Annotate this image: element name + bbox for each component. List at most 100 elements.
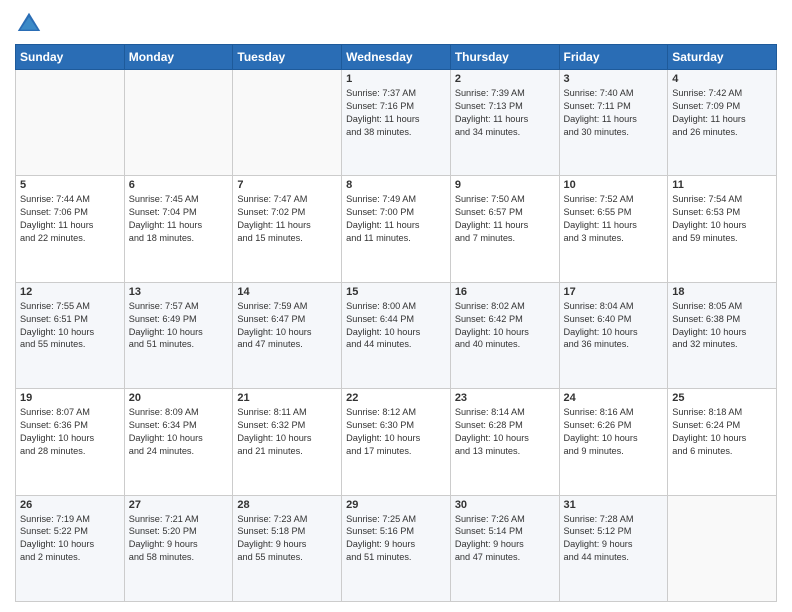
day-info: Sunrise: 7:49 AM Sunset: 7:00 PM Dayligh… xyxy=(346,193,446,245)
day-info: Sunrise: 7:50 AM Sunset: 6:57 PM Dayligh… xyxy=(455,193,555,245)
day-info: Sunrise: 7:47 AM Sunset: 7:02 PM Dayligh… xyxy=(237,193,337,245)
day-info: Sunrise: 7:59 AM Sunset: 6:47 PM Dayligh… xyxy=(237,300,337,352)
calendar-cell xyxy=(668,495,777,601)
calendar-cell: 25Sunrise: 8:18 AM Sunset: 6:24 PM Dayli… xyxy=(668,389,777,495)
day-number: 6 xyxy=(129,179,229,191)
calendar-day-header: Monday xyxy=(124,45,233,70)
calendar-week-row: 12 Sunrise: 7:55 AM Sunset: 6:51 PM Dayli… xyxy=(16,282,777,388)
day-number: 1 xyxy=(346,73,446,85)
day-info: Sunrise: 8:14 AM Sunset: 6:28 PM Dayligh… xyxy=(455,406,555,458)
day-number: 14 xyxy=(237,286,337,298)
day-number: 16 xyxy=(455,286,555,298)
day-info: Sunrise: 7:54 AM Sunset: 6:53 PM Dayligh… xyxy=(672,193,772,245)
calendar-cell: 24Sunrise: 8:16 AM Sunset: 6:26 PM Dayli… xyxy=(559,389,668,495)
day-info: Sunrise: 8:02 AM Sunset: 6:42 PM Dayligh… xyxy=(455,300,555,352)
calendar-day-header: Wednesday xyxy=(342,45,451,70)
day-number: 15 xyxy=(346,286,446,298)
day-info: Sunrise: 8:00 AM Sunset: 6:44 PM Dayligh… xyxy=(346,300,446,352)
calendar-cell: 21 Sunrise: 8:11 AM Sunset: 6:32 PM Dayli… xyxy=(233,389,342,495)
day-info: Sunrise: 7:25 AM Sunset: 5:16 PM Dayligh… xyxy=(346,513,446,565)
day-number: 12 xyxy=(20,286,120,298)
calendar-cell: 19Sunrise: 8:07 AM Sunset: 6:36 PM Dayli… xyxy=(16,389,125,495)
calendar-day-header: Thursday xyxy=(450,45,559,70)
day-number: 28 xyxy=(237,499,337,511)
calendar-cell: 26 Sunrise: 7:19 AM Sunset: 5:22 PM Dayli… xyxy=(16,495,125,601)
calendar-cell: 31 Sunrise: 7:28 AM Sunset: 5:12 PM Dayli… xyxy=(559,495,668,601)
day-info: Sunrise: 7:40 AM Sunset: 7:11 PM Dayligh… xyxy=(564,87,664,139)
calendar-cell: 17Sunrise: 8:04 AM Sunset: 6:40 PM Dayli… xyxy=(559,282,668,388)
day-info: Sunrise: 7:19 AM Sunset: 5:22 PM Dayligh… xyxy=(20,513,120,565)
day-info: Sunrise: 7:26 AM Sunset: 5:14 PM Dayligh… xyxy=(455,513,555,565)
calendar-cell: 4 Sunrise: 7:42 AM Sunset: 7:09 PM Daylig… xyxy=(668,70,777,176)
calendar-cell: 28 Sunrise: 7:23 AM Sunset: 5:18 PM Dayli… xyxy=(233,495,342,601)
day-number: 18 xyxy=(672,286,772,298)
day-info: Sunrise: 7:45 AM Sunset: 7:04 PM Dayligh… xyxy=(129,193,229,245)
day-number: 25 xyxy=(672,392,772,404)
day-number: 31 xyxy=(564,499,664,511)
calendar-cell: 7 Sunrise: 7:47 AM Sunset: 7:02 PM Daylig… xyxy=(233,176,342,282)
day-info: Sunrise: 7:37 AM Sunset: 7:16 PM Dayligh… xyxy=(346,87,446,139)
day-info: Sunrise: 7:52 AM Sunset: 6:55 PM Dayligh… xyxy=(564,193,664,245)
calendar-cell: 23 Sunrise: 8:14 AM Sunset: 6:28 PM Dayli… xyxy=(450,389,559,495)
page: SundayMondayTuesdayWednesdayThursdayFrid… xyxy=(0,0,792,612)
day-info: Sunrise: 7:42 AM Sunset: 7:09 PM Dayligh… xyxy=(672,87,772,139)
calendar-cell: 8 Sunrise: 7:49 AM Sunset: 7:00 PM Daylig… xyxy=(342,176,451,282)
day-info: Sunrise: 7:57 AM Sunset: 6:49 PM Dayligh… xyxy=(129,300,229,352)
logo-icon xyxy=(15,10,43,38)
calendar-cell: 11 Sunrise: 7:54 AM Sunset: 6:53 PM Dayli… xyxy=(668,176,777,282)
day-number: 9 xyxy=(455,179,555,191)
calendar-cell: 14 Sunrise: 7:59 AM Sunset: 6:47 PM Dayli… xyxy=(233,282,342,388)
day-number: 22 xyxy=(346,392,446,404)
calendar-week-row: 19Sunrise: 8:07 AM Sunset: 6:36 PM Dayli… xyxy=(16,389,777,495)
day-info: Sunrise: 8:12 AM Sunset: 6:30 PM Dayligh… xyxy=(346,406,446,458)
calendar-cell xyxy=(124,70,233,176)
day-number: 11 xyxy=(672,179,772,191)
calendar-cell: 2 Sunrise: 7:39 AM Sunset: 7:13 PM Daylig… xyxy=(450,70,559,176)
calendar-header-row: SundayMondayTuesdayWednesdayThursdayFrid… xyxy=(16,45,777,70)
calendar-cell: 20Sunrise: 8:09 AM Sunset: 6:34 PM Dayli… xyxy=(124,389,233,495)
day-info: Sunrise: 8:11 AM Sunset: 6:32 PM Dayligh… xyxy=(237,406,337,458)
calendar-cell: 18 Sunrise: 8:05 AM Sunset: 6:38 PM Dayli… xyxy=(668,282,777,388)
calendar-cell: 10 Sunrise: 7:52 AM Sunset: 6:55 PM Dayli… xyxy=(559,176,668,282)
calendar-cell xyxy=(233,70,342,176)
day-number: 8 xyxy=(346,179,446,191)
calendar-cell: 12 Sunrise: 7:55 AM Sunset: 6:51 PM Dayli… xyxy=(16,282,125,388)
day-number: 26 xyxy=(20,499,120,511)
day-info: Sunrise: 7:39 AM Sunset: 7:13 PM Dayligh… xyxy=(455,87,555,139)
calendar-cell: 13Sunrise: 7:57 AM Sunset: 6:49 PM Dayli… xyxy=(124,282,233,388)
day-number: 2 xyxy=(455,73,555,85)
day-info: Sunrise: 7:21 AM Sunset: 5:20 PM Dayligh… xyxy=(129,513,229,565)
day-number: 21 xyxy=(237,392,337,404)
calendar-cell: 3Sunrise: 7:40 AM Sunset: 7:11 PM Daylig… xyxy=(559,70,668,176)
logo xyxy=(15,10,47,38)
day-info: Sunrise: 8:07 AM Sunset: 6:36 PM Dayligh… xyxy=(20,406,120,458)
calendar-day-header: Sunday xyxy=(16,45,125,70)
day-number: 23 xyxy=(455,392,555,404)
calendar-cell: 6 Sunrise: 7:45 AM Sunset: 7:04 PM Daylig… xyxy=(124,176,233,282)
calendar-cell: 1 Sunrise: 7:37 AM Sunset: 7:16 PM Daylig… xyxy=(342,70,451,176)
calendar-cell: 16 Sunrise: 8:02 AM Sunset: 6:42 PM Dayli… xyxy=(450,282,559,388)
day-info: Sunrise: 7:23 AM Sunset: 5:18 PM Dayligh… xyxy=(237,513,337,565)
day-number: 27 xyxy=(129,499,229,511)
calendar-cell: 15 Sunrise: 8:00 AM Sunset: 6:44 PM Dayli… xyxy=(342,282,451,388)
calendar-cell: 5 Sunrise: 7:44 AM Sunset: 7:06 PM Daylig… xyxy=(16,176,125,282)
calendar-cell: 22 Sunrise: 8:12 AM Sunset: 6:30 PM Dayli… xyxy=(342,389,451,495)
day-number: 17 xyxy=(564,286,664,298)
day-info: Sunrise: 7:44 AM Sunset: 7:06 PM Dayligh… xyxy=(20,193,120,245)
day-info: Sunrise: 7:55 AM Sunset: 6:51 PM Dayligh… xyxy=(20,300,120,352)
day-info: Sunrise: 7:28 AM Sunset: 5:12 PM Dayligh… xyxy=(564,513,664,565)
day-info: Sunrise: 8:05 AM Sunset: 6:38 PM Dayligh… xyxy=(672,300,772,352)
day-number: 30 xyxy=(455,499,555,511)
calendar-day-header: Friday xyxy=(559,45,668,70)
day-number: 29 xyxy=(346,499,446,511)
day-number: 5 xyxy=(20,179,120,191)
day-number: 24 xyxy=(564,392,664,404)
calendar-cell: 9 Sunrise: 7:50 AM Sunset: 6:57 PM Daylig… xyxy=(450,176,559,282)
calendar-day-header: Tuesday xyxy=(233,45,342,70)
day-number: 7 xyxy=(237,179,337,191)
day-info: Sunrise: 8:09 AM Sunset: 6:34 PM Dayligh… xyxy=(129,406,229,458)
calendar-cell xyxy=(16,70,125,176)
day-number: 4 xyxy=(672,73,772,85)
day-number: 10 xyxy=(564,179,664,191)
calendar-week-row: 1 Sunrise: 7:37 AM Sunset: 7:16 PM Daylig… xyxy=(16,70,777,176)
